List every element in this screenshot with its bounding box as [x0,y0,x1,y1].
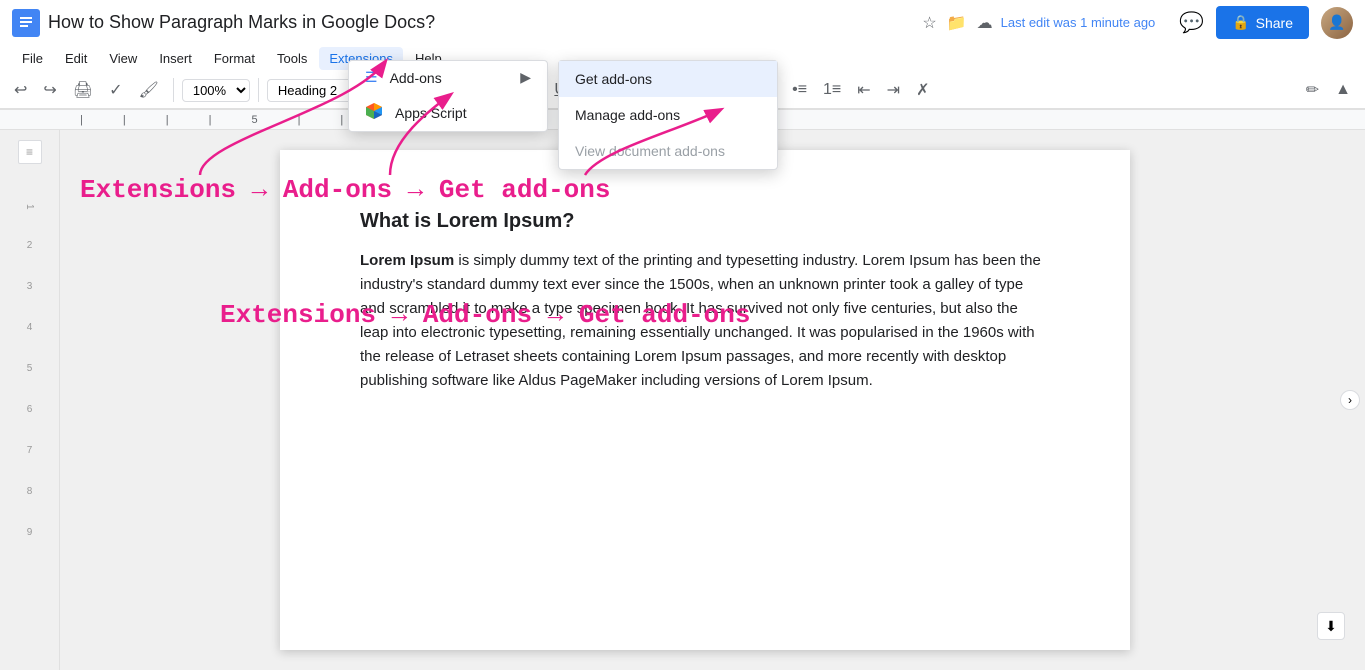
numbered-list-button[interactable]: 1≡ [817,77,847,103]
star-icon[interactable]: ☆ [922,13,936,33]
document-title: How to Show Paragraph Marks in Google Do… [48,12,906,33]
addons-dropdown: Get add-ons Manage add-ons View document… [558,60,778,170]
decrease-indent-button[interactable]: ⇤ [851,76,876,104]
title-bar: How to Show Paragraph Marks in Google Do… [0,0,1365,45]
spellcheck-button[interactable]: ✓ [103,76,128,104]
get-addons-item[interactable]: Get add-ons [559,61,777,97]
increase-indent-button[interactable]: ⇥ [881,76,906,104]
user-avatar[interactable]: 👤 [1321,7,1353,39]
document-area[interactable]: Extensions → Add-ons → Get add-ons What … [60,130,1350,670]
extensions-dropdown: ☰ Add-ons ▶ Apps Script [348,60,548,132]
menu-format[interactable]: Format [204,47,265,70]
menu-view[interactable]: View [99,47,147,70]
print-button[interactable]: 🖨 [67,76,99,104]
title-icons: ☆ 📁 ☁ [922,13,992,33]
lock-icon: 🔒 [1232,14,1249,31]
undo-button[interactable]: ↩ [8,76,33,104]
zoom-select[interactable]: 100% 75% 150% [182,79,250,102]
manage-addons-item[interactable]: Manage add-ons [559,97,777,133]
ruler-toggle[interactable]: ≡ [18,140,42,164]
menu-file[interactable]: File [12,47,53,70]
collapse-button[interactable]: ▲ [1329,77,1357,103]
header-right: 💬 🔒 Share 👤 [1179,6,1353,39]
right-panel: › [1350,130,1365,670]
folder-icon[interactable]: 📁 [947,13,967,33]
pen-button[interactable]: ✏ [1300,76,1325,104]
addons-menu-item[interactable]: ☰ Add-ons ▶ [349,61,547,94]
redo-button[interactable]: ↪ [37,76,62,104]
separator-1 [173,78,174,102]
scroll-to-bottom-button[interactable]: ⬇ [1317,612,1345,640]
doc-bold-text: Lorem Ipsum [360,252,454,269]
expand-panel-button[interactable]: › [1340,390,1360,410]
share-button[interactable]: 🔒 Share [1216,6,1309,39]
paint-format-button[interactable]: 🖌 [133,76,165,104]
main-area: ≡ 1 2 3 4 5 6 7 8 9 Extensions → Add-ons… [0,130,1365,670]
doc-body: Lorem Ipsum is simply dummy text of the … [360,249,1050,393]
menu-insert[interactable]: Insert [149,47,202,70]
clear-format-button[interactable]: ✗ [910,76,935,104]
arrow-1 [60,130,80,150]
view-document-addons-item[interactable]: View document add-ons [559,133,777,169]
cloud-icon[interactable]: ☁ [977,13,993,33]
addons-icon: ☰ [365,69,378,86]
google-docs-icon [12,9,40,37]
left-margin: ≡ 1 2 3 4 5 6 7 8 9 [0,130,60,670]
comments-icon[interactable]: 💬 [1179,10,1204,35]
doc-heading: What is Lorem Ipsum? [360,210,1050,233]
document-page: Extensions → Add-ons → Get add-ons What … [280,150,1130,650]
menu-tools[interactable]: Tools [267,47,317,70]
separator-2 [258,78,259,102]
apps-script-menu-item[interactable]: Apps Script [349,94,547,131]
last-edit-status: Last edit was 1 minute ago [1001,15,1156,30]
addons-arrow-icon: ▶ [520,69,531,86]
bullet-list-button[interactable]: •≡ [786,77,813,103]
apps-script-icon [365,102,383,123]
menu-edit[interactable]: Edit [55,47,97,70]
bottom-right-buttons: ⬇ [1317,612,1345,640]
doc-body-text: is simply dummy text of the printing and… [360,252,1041,389]
